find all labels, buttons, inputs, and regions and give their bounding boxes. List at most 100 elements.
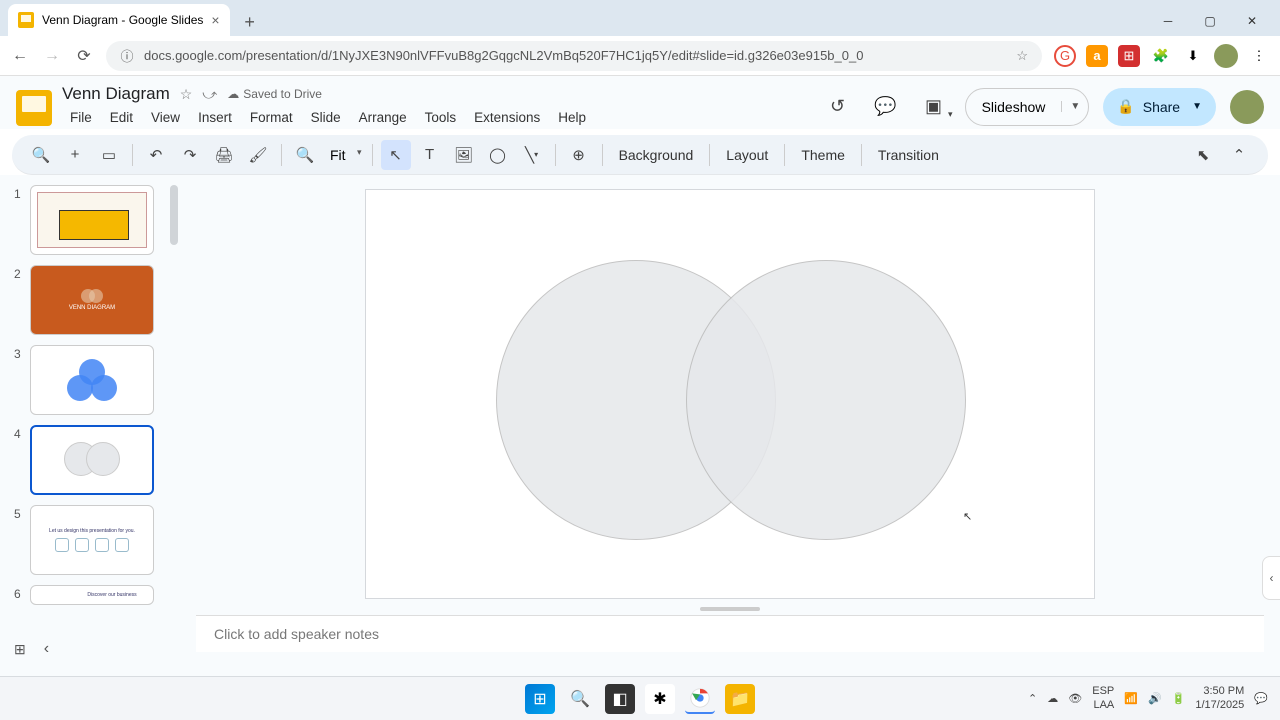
print-button[interactable]: 🖨: [209, 140, 239, 170]
slides-logo[interactable]: [16, 90, 52, 126]
save-status[interactable]: ☁ Saved to Drive: [227, 87, 322, 101]
new-tab-button[interactable]: +: [236, 8, 264, 36]
minimize-icon[interactable]: ─: [1154, 14, 1182, 28]
paint-format-button[interactable]: 🖌: [243, 140, 273, 170]
menu-help[interactable]: Help: [550, 106, 594, 129]
undo-button[interactable]: ↶: [141, 140, 171, 170]
separator: [602, 144, 603, 166]
clock[interactable]: 3:50 PM 1/17/2025: [1195, 685, 1244, 711]
image-tool[interactable]: 🖼: [449, 140, 479, 170]
slide-thumbnail-2[interactable]: VENN DIAGRAM: [30, 265, 154, 335]
battery-icon[interactable]: 🔋: [1172, 692, 1186, 705]
separator: [281, 144, 282, 166]
menu-file[interactable]: File: [62, 106, 100, 129]
bookmark-star-icon[interactable]: ☆: [1016, 48, 1028, 64]
wifi-icon[interactable]: 📶: [1124, 692, 1138, 705]
volume-icon[interactable]: 🔊: [1148, 692, 1162, 705]
new-slide-layout-button[interactable]: ▭: [94, 140, 124, 170]
task-view-icon[interactable]: ◧: [605, 684, 635, 714]
profile-avatar[interactable]: [1214, 44, 1238, 68]
slide-thumbnail-5[interactable]: Let us design this presentation for you.: [30, 505, 154, 575]
filmstrip[interactable]: 1 2 VENN DIAGRAM 3 4 5 Let us design thi…: [0, 175, 180, 699]
share-button[interactable]: 🔒 Share ▼: [1103, 88, 1216, 126]
zoom-tool-icon[interactable]: 🔍: [290, 140, 320, 170]
extensions-menu-icon[interactable]: 🧩: [1150, 45, 1172, 67]
account-avatar[interactable]: [1230, 90, 1264, 124]
chrome-menu-icon[interactable]: ⋮: [1248, 45, 1270, 67]
slide-thumbnail-1[interactable]: [30, 185, 154, 255]
windows-taskbar: ⊞ 🔍 ◧ ✱ 📁 ⌃ ☁ 👁 ESP LAA 📶 🔊 🔋 3:50 PM 1/…: [0, 676, 1280, 720]
background-button[interactable]: Background: [611, 147, 702, 163]
forward-button[interactable]: →: [42, 47, 62, 65]
slide-number: 6: [14, 585, 24, 601]
comment-tool[interactable]: ⊕: [564, 140, 594, 170]
reload-button[interactable]: ⟳: [74, 46, 94, 66]
onedrive-icon[interactable]: ☁: [1047, 692, 1058, 705]
meet-button[interactable]: ▣▾: [917, 90, 951, 124]
menu-slide[interactable]: Slide: [303, 106, 349, 129]
menu-format[interactable]: Format: [242, 106, 301, 129]
menu-view[interactable]: View: [143, 106, 188, 129]
menu-extensions[interactable]: Extensions: [466, 106, 548, 129]
slide-canvas[interactable]: ↖: [365, 189, 1095, 599]
star-icon[interactable]: ☆: [180, 86, 193, 103]
address-bar[interactable]: ⓘ docs.google.com/presentation/d/1NyJXE3…: [106, 41, 1042, 71]
site-info-icon[interactable]: ⓘ: [120, 49, 134, 63]
slideshow-dropdown[interactable]: ▼: [1061, 101, 1088, 112]
theme-button[interactable]: Theme: [793, 147, 853, 163]
chrome-icon[interactable]: [685, 684, 715, 714]
comments-icon[interactable]: 💬: [869, 90, 903, 124]
tab-title: Venn Diagram - Google Slides: [42, 13, 203, 27]
hide-menus-icon[interactable]: ⌃: [1224, 140, 1254, 170]
browser-tab[interactable]: Venn Diagram - Google Slides ×: [8, 4, 230, 36]
cloud-icon: ☁: [227, 87, 239, 101]
menu-edit[interactable]: Edit: [102, 106, 141, 129]
zoom-select[interactable]: Fit: [324, 147, 364, 163]
notifications-icon[interactable]: 💬: [1254, 692, 1268, 705]
grid-view-icon[interactable]: ⊞: [14, 641, 26, 658]
notes-resize-handle[interactable]: [700, 607, 760, 611]
scrollbar-thumb[interactable]: [170, 185, 178, 245]
textbox-tool[interactable]: T: [415, 140, 445, 170]
slide-number: 4: [14, 425, 24, 441]
menu-arrange[interactable]: Arrange: [351, 106, 415, 129]
document-title[interactable]: Venn Diagram: [62, 84, 170, 104]
slideshow-button[interactable]: Slideshow ▼: [965, 88, 1090, 126]
move-icon[interactable]: ⤻: [202, 86, 217, 103]
speaker-notes[interactable]: Click to add speaker notes: [196, 615, 1264, 652]
line-tool[interactable]: ╲▾: [517, 140, 547, 170]
pointer-mode-icon[interactable]: ⬉: [1188, 140, 1218, 170]
slide-number: 3: [14, 345, 24, 361]
search-icon[interactable]: 🔍: [565, 684, 595, 714]
slack-icon[interactable]: ✱: [645, 684, 675, 714]
tray-chevron-icon[interactable]: ⌃: [1028, 692, 1037, 705]
start-button[interactable]: ⊞: [525, 684, 555, 714]
eye-icon[interactable]: 👁: [1068, 692, 1082, 705]
menu-insert[interactable]: Insert: [190, 106, 240, 129]
slide-thumbnail-6[interactable]: Discover our business: [30, 585, 154, 605]
venn-circle-right[interactable]: [686, 260, 966, 540]
new-slide-button[interactable]: +: [60, 140, 90, 170]
close-window-icon[interactable]: ✕: [1238, 14, 1266, 28]
layout-button[interactable]: Layout: [718, 147, 776, 163]
maximize-icon[interactable]: ▢: [1196, 14, 1224, 28]
downloads-icon[interactable]: ⬇: [1182, 45, 1204, 67]
back-button[interactable]: ←: [10, 47, 30, 65]
share-dropdown[interactable]: ▼: [1192, 101, 1202, 112]
transition-button[interactable]: Transition: [870, 147, 947, 163]
extension-icon[interactable]: a: [1086, 45, 1108, 67]
menu-tools[interactable]: Tools: [417, 106, 465, 129]
collapse-filmstrip-icon[interactable]: ‹: [44, 640, 49, 658]
slide-thumbnail-4[interactable]: [30, 425, 154, 495]
search-menus-icon[interactable]: 🔍: [26, 140, 56, 170]
redo-button[interactable]: ↷: [175, 140, 205, 170]
side-panel-toggle[interactable]: ‹: [1262, 556, 1280, 600]
slide-thumbnail-3[interactable]: [30, 345, 154, 415]
history-icon[interactable]: ↺: [821, 90, 855, 124]
extension-icon[interactable]: G: [1054, 45, 1076, 67]
shape-tool[interactable]: ◯: [483, 140, 513, 170]
close-tab-icon[interactable]: ×: [211, 12, 219, 28]
extension-icon[interactable]: ⊞: [1118, 45, 1140, 67]
file-explorer-icon[interactable]: 📁: [725, 684, 755, 714]
select-tool[interactable]: ↖: [381, 140, 411, 170]
